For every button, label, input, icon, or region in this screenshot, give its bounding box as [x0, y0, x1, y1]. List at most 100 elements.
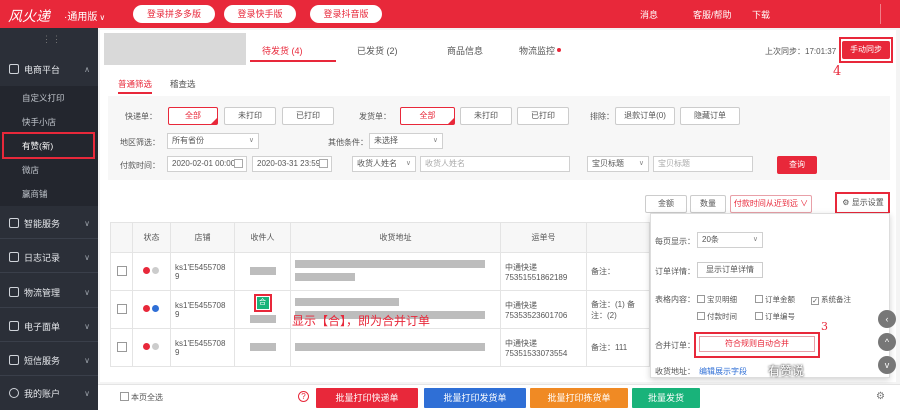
receiver-field-value: 收货人姓名: [357, 159, 397, 168]
pay-time-start-input[interactable]: 2020-02-01 00:00: [167, 156, 247, 172]
truck-icon: [9, 287, 19, 297]
nav-support[interactable]: 客服/帮助: [693, 8, 732, 21]
sidebar-group-logistics[interactable]: 物流管理 ∨: [0, 279, 98, 307]
batch-ship-button[interactable]: 批量发货: [632, 388, 700, 408]
region-select[interactable]: 所有省份 ∨: [167, 133, 259, 149]
edit-fields-link[interactable]: 编辑展示字段: [699, 366, 747, 377]
nav-download[interactable]: 下载: [752, 8, 770, 21]
nav-messages[interactable]: 消息: [640, 8, 658, 21]
express-company: 中通快递: [505, 300, 537, 310]
address-blurred: [295, 260, 485, 268]
checkbox-product-detail[interactable]: 宝贝明细: [697, 294, 737, 305]
ship-unprinted-button[interactable]: 未打印: [460, 107, 512, 125]
select-all-checkbox[interactable]: 本页全选: [120, 392, 163, 403]
status-dot-red: [142, 343, 150, 350]
checkbox-label: 系统备注: [821, 295, 851, 304]
column-header-receiver: 收件人: [234, 222, 291, 253]
sidebar-group-account[interactable]: 我的账户 ∨: [0, 380, 98, 408]
chevron-down-icon: ∨: [84, 288, 90, 297]
login-douyin-button[interactable]: 登录抖音版: [310, 5, 382, 23]
receiver-field-select[interactable]: 收货人姓名 ∨: [352, 156, 416, 172]
log-icon: [9, 252, 19, 262]
merge-order-label: 合并订单：: [655, 341, 695, 350]
region-label: 地区筛选：: [120, 138, 160, 147]
sidebar-item-custom-print[interactable]: 自定义打印: [0, 86, 98, 110]
gear-icon[interactable]: ⚙: [876, 391, 885, 402]
sidebar-group-label: 物流管理: [24, 288, 61, 298]
per-page-select[interactable]: 20条 ∨: [697, 232, 763, 248]
sidebar-group-smart-service[interactable]: 智能服务 ∨: [0, 210, 98, 238]
row-checkbox[interactable]: [116, 303, 127, 314]
receiver-name-input[interactable]: 收货人姓名: [420, 156, 570, 172]
checkbox-system-note[interactable]: ✓ 系统备注: [811, 294, 851, 305]
batch-print-ship-button[interactable]: 批量打印发货单: [424, 388, 526, 408]
tracking-number[interactable]: 75351551862189: [505, 273, 567, 282]
address-blurred: [295, 298, 399, 306]
row-checkbox[interactable]: [116, 341, 127, 352]
express-all-button[interactable]: 全部: [168, 107, 218, 125]
subtab-normal-filter[interactable]: 普通筛选: [118, 78, 152, 90]
login-kuaishou-button[interactable]: 登录快手版: [224, 5, 296, 23]
highlight-box-3: [694, 332, 820, 358]
drag-handle-icon[interactable]: ⋮⋮: [42, 34, 62, 45]
tracking-number[interactable]: 75351533073554: [505, 349, 567, 358]
chevron-down-icon: ∨: [432, 137, 438, 144]
subtab-advanced-filter[interactable]: 稽查选: [170, 78, 196, 90]
other-condition-label: 其他条件：: [328, 138, 368, 147]
tab-shipped[interactable]: 已发货 (2): [357, 44, 398, 57]
ship-all-button[interactable]: 全部: [400, 107, 455, 125]
sort-amount-button[interactable]: 金额: [645, 195, 687, 213]
calendar-icon: [234, 159, 243, 168]
other-condition-select[interactable]: 未选择 ∨: [369, 133, 443, 149]
batch-print-express-button[interactable]: 批量打印快递单: [316, 388, 418, 408]
per-page-label: 每页显示：: [655, 237, 695, 246]
tab-logistics-monitor[interactable]: 物流监控: [519, 44, 562, 57]
chevron-down-icon: ∨: [638, 160, 644, 167]
last-sync-time: 上次同步：17:01:37: [765, 47, 837, 56]
checkbox-pay-time[interactable]: 付款时间: [697, 311, 737, 322]
table-row[interactable]: ks1'E5455708 9 中通快递 75351551862189 备注：: [110, 252, 650, 291]
batch-print-picking-button[interactable]: 批量打印拣货单: [530, 388, 628, 408]
active-tab-indicator: [250, 60, 336, 62]
scroll-up-icon[interactable]: ^: [878, 333, 896, 351]
exclude-label: 排除：: [590, 112, 614, 121]
ship-printed-button[interactable]: 已打印: [517, 107, 569, 125]
tab-label: 待发货: [262, 46, 290, 56]
checkbox-order-amount[interactable]: 订单金额: [755, 294, 795, 305]
chevron-down-icon: ∨: [84, 356, 90, 365]
sidebar-group-logs[interactable]: 日志记录 ∨: [0, 244, 98, 272]
login-pdd-button[interactable]: 登录拼多多版: [133, 5, 215, 23]
sidebar-group-ecommerce[interactable]: 电商平台 ∧: [0, 56, 98, 84]
show-order-detail-button[interactable]: 显示订单详情: [697, 262, 763, 278]
product-title-input[interactable]: 宝贝标题: [653, 156, 753, 172]
scroll-down-icon[interactable]: v: [878, 356, 896, 374]
tracking-number[interactable]: 75353523601706: [505, 311, 567, 320]
row-checkbox[interactable]: [116, 265, 127, 276]
sidebar-item-yingshangpu[interactable]: 赢商铺: [0, 182, 98, 206]
sidebar-group-waybill[interactable]: 电子面单 ∨: [0, 313, 98, 341]
collapse-left-icon[interactable]: ‹: [878, 310, 896, 328]
exclude-hidden-button[interactable]: 隐藏订单: [680, 107, 740, 125]
address-blurred: [295, 342, 485, 351]
express-printed-button[interactable]: 已打印: [282, 107, 334, 125]
exclude-refund-button[interactable]: 退款订单(0): [615, 107, 675, 125]
pay-time-end-input[interactable]: 2020-03-31 23:59: [252, 156, 332, 172]
sort-quantity-button[interactable]: 数量: [690, 195, 726, 213]
query-button[interactable]: 查询: [777, 156, 817, 174]
sort-paytime-select[interactable]: 付款时间从近到远 ∨: [730, 195, 812, 213]
express-unprinted-button[interactable]: 未打印: [224, 107, 276, 125]
sidebar-item-kuaishou[interactable]: 快手小店: [0, 110, 98, 134]
table-row[interactable]: ks1'E5455708 9 中通快递 75351533073554 备注：111: [110, 328, 650, 367]
title-field-select[interactable]: 宝贝标题 ∨: [587, 156, 649, 172]
tab-pending[interactable]: 待发货 (4): [262, 44, 303, 57]
sidebar-item-weidian[interactable]: 微店: [0, 158, 98, 182]
title-field-value: 宝贝标题: [592, 159, 624, 168]
tab-products[interactable]: 商品信息: [447, 44, 483, 57]
shop-cell: ks1'E5455708 9: [170, 290, 235, 329]
checkbox-order-number[interactable]: 订单编号: [755, 311, 795, 322]
help-icon[interactable]: ?: [298, 391, 309, 402]
checkbox-label: 订单金额: [765, 295, 795, 304]
edition-switcher[interactable]: ·通用版 ∨: [64, 8, 105, 23]
status-dot-gray: [151, 343, 159, 350]
sidebar-group-sms[interactable]: 短信服务 ∨: [0, 347, 98, 375]
